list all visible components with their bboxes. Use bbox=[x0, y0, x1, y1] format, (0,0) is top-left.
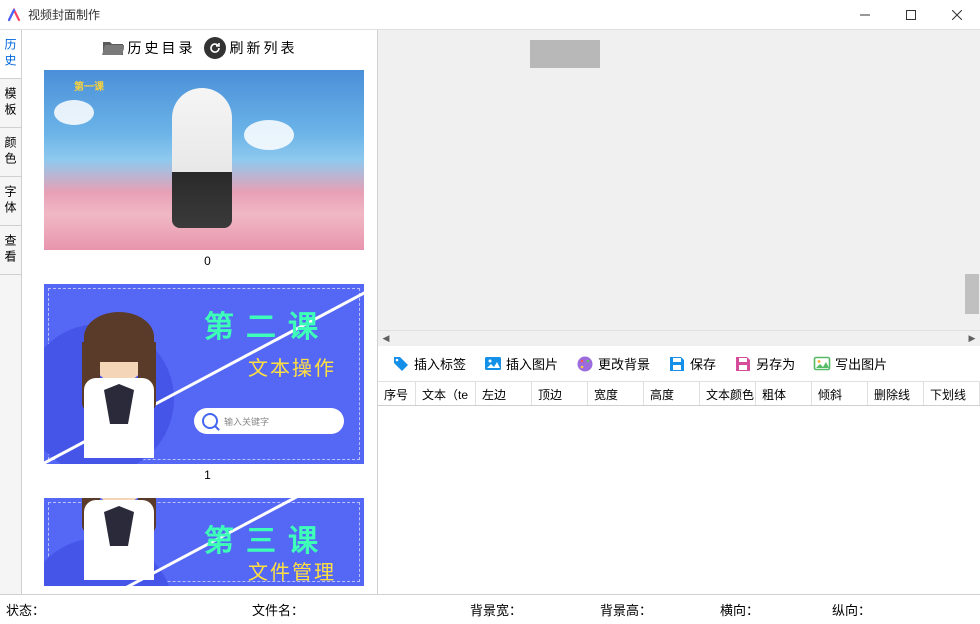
insert-tag-button[interactable]: 插入标签 bbox=[392, 354, 466, 373]
save-as-icon bbox=[734, 355, 752, 373]
col-index[interactable]: 序号 bbox=[378, 382, 416, 405]
col-text[interactable]: 文本（te bbox=[416, 382, 476, 405]
scroll-left-arrow[interactable]: ◀ bbox=[378, 331, 394, 347]
maximize-button[interactable] bbox=[888, 0, 934, 30]
close-button[interactable] bbox=[934, 0, 980, 30]
right-panel: ◀ ▶ 插入标签 插入图片 更改背景 保存 另存为 bbox=[378, 30, 980, 594]
statusbar: 状态： 文件名： 背景宽： 背景高： 横向： 纵向： bbox=[0, 594, 980, 624]
scroll-right-arrow[interactable]: ▶ bbox=[964, 331, 980, 347]
thumbnail-image-1[interactable]: 第二课 文本操作 输入关键字 bbox=[44, 284, 364, 464]
export-icon bbox=[813, 355, 831, 373]
tag-icon bbox=[392, 355, 410, 373]
left-toolbar: 历史目录 刷新列表 bbox=[22, 30, 377, 66]
table-body[interactable] bbox=[378, 406, 980, 594]
thumbnail-item[interactable]: 第一课 0 bbox=[44, 70, 371, 268]
lesson1-subtitle: 文本操作 bbox=[248, 352, 336, 381]
side-tab-view[interactable]: 查看 bbox=[0, 226, 21, 275]
folder-icon bbox=[102, 39, 124, 57]
left-panel: 历史目录 刷新列表 第一课 0 第二课 文本操作 bbox=[22, 30, 378, 594]
thumbnail-label: 0 bbox=[44, 254, 371, 268]
refresh-list-label: 刷新列表 bbox=[230, 38, 298, 58]
action-toolbar: 插入标签 插入图片 更改背景 保存 另存为 写出图片 bbox=[378, 346, 980, 382]
side-tab-color[interactable]: 颜色 bbox=[0, 128, 21, 177]
history-dir-label: 历史目录 bbox=[128, 38, 196, 58]
lesson2-subtitle: 文件管理 bbox=[248, 556, 336, 585]
scrollbar-thumb[interactable] bbox=[965, 274, 979, 314]
col-textcolor[interactable]: 文本颜色 bbox=[700, 382, 756, 405]
lesson2-title: 第三课 bbox=[204, 516, 330, 560]
canvas-placeholder bbox=[530, 40, 600, 68]
main-area: 历史 模板 颜色 字体 查看 历史目录 刷新列表 第一课 0 bbox=[0, 30, 980, 594]
status-status: 状态： bbox=[0, 600, 246, 619]
status-bgwidth: 背景宽： bbox=[464, 600, 594, 619]
save-button[interactable]: 保存 bbox=[668, 354, 716, 373]
col-height[interactable]: 高度 bbox=[644, 382, 700, 405]
history-dir-button[interactable]: 历史目录 bbox=[102, 38, 196, 58]
side-tab-font[interactable]: 字体 bbox=[0, 177, 21, 226]
palette-icon bbox=[576, 355, 594, 373]
thumbnail-image-0[interactable]: 第一课 bbox=[44, 70, 364, 250]
thumbnail-list[interactable]: 第一课 0 第二课 文本操作 输入关键字 1 第三课 bbox=[22, 66, 377, 594]
lesson1-search: 输入关键字 bbox=[194, 408, 344, 434]
refresh-icon bbox=[204, 37, 226, 59]
status-bgheight: 背景高： bbox=[594, 600, 714, 619]
save-icon bbox=[668, 355, 686, 373]
col-bold[interactable]: 粗体 bbox=[756, 382, 812, 405]
table-header: 序号 文本（te 左边 顶边 宽度 高度 文本颜色 粗体 倾斜 删除线 下划线 bbox=[378, 382, 980, 406]
side-tab-history[interactable]: 历史 bbox=[0, 30, 21, 79]
thumbnail-image-2[interactable]: 第三课 文件管理 bbox=[44, 498, 364, 586]
thumbnail-item[interactable]: 第三课 文件管理 bbox=[44, 498, 371, 586]
canvas-area[interactable] bbox=[378, 30, 980, 330]
save-as-button[interactable]: 另存为 bbox=[734, 354, 795, 373]
insert-image-button[interactable]: 插入图片 bbox=[484, 354, 558, 373]
titlebar-left: 视频封面制作 bbox=[6, 6, 100, 23]
export-image-button[interactable]: 写出图片 bbox=[813, 354, 887, 373]
window-title: 视频封面制作 bbox=[28, 6, 100, 23]
col-underline[interactable]: 下划线 bbox=[924, 382, 980, 405]
col-top[interactable]: 顶边 bbox=[532, 382, 588, 405]
titlebar: 视频封面制作 bbox=[0, 0, 980, 30]
col-width[interactable]: 宽度 bbox=[588, 382, 644, 405]
side-tabs: 历史 模板 颜色 字体 查看 bbox=[0, 30, 22, 594]
vertical-scrollbar[interactable] bbox=[964, 30, 980, 314]
status-filename: 文件名： bbox=[246, 600, 464, 619]
col-italic[interactable]: 倾斜 bbox=[812, 382, 868, 405]
side-tab-template[interactable]: 模板 bbox=[0, 79, 21, 128]
col-left[interactable]: 左边 bbox=[476, 382, 532, 405]
refresh-list-button[interactable]: 刷新列表 bbox=[204, 37, 298, 59]
thumb0-badge: 第一课 bbox=[74, 78, 104, 93]
minimize-button[interactable] bbox=[842, 0, 888, 30]
horizontal-scrollbar[interactable]: ◀ ▶ bbox=[378, 330, 980, 346]
thumbnail-item[interactable]: 第二课 文本操作 输入关键字 1 bbox=[44, 284, 371, 482]
col-strike[interactable]: 删除线 bbox=[868, 382, 924, 405]
window-controls bbox=[842, 0, 980, 30]
app-icon bbox=[6, 7, 22, 23]
status-horizontal: 横向： bbox=[714, 600, 826, 619]
change-bg-button[interactable]: 更改背景 bbox=[576, 354, 650, 373]
lesson1-title: 第二课 bbox=[204, 302, 330, 346]
status-vertical: 纵向： bbox=[826, 600, 877, 619]
thumbnail-label: 1 bbox=[44, 468, 371, 482]
search-icon bbox=[202, 413, 218, 429]
image-icon bbox=[484, 355, 502, 373]
